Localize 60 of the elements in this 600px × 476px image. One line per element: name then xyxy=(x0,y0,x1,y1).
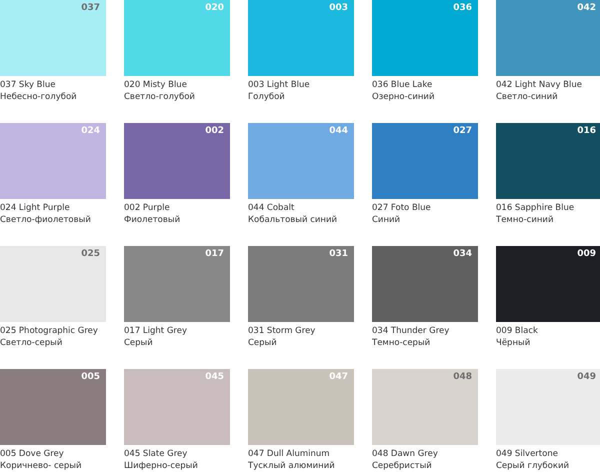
swatch-name-ru: Шиферно-серый xyxy=(124,460,199,472)
swatch-code: 016 xyxy=(577,126,596,136)
swatch-name-ru: Светло-фиолетовый xyxy=(0,214,92,226)
swatch-name: 020 Misty Blue xyxy=(124,79,188,91)
swatch-name: 044 Cobalt xyxy=(248,202,296,214)
swatch-code: 020 xyxy=(205,3,224,13)
swatch-code: 003 xyxy=(329,3,348,13)
swatch-name-ru: Серебристый xyxy=(372,460,433,472)
swatch-name: 048 Dawn Grey xyxy=(372,448,439,460)
swatch-name: 002 Purple xyxy=(124,202,171,214)
swatch-code: 047 xyxy=(329,372,348,382)
swatch-name: 027 Foto Blue xyxy=(372,202,432,214)
swatch-name: 016 Sapphire Blue xyxy=(496,202,576,214)
swatch-code: 044 xyxy=(329,126,348,136)
swatch-name: 049 Silvertone xyxy=(496,448,559,460)
swatch-name-ru: Светло-синий xyxy=(496,91,559,103)
swatch-name: 034 Thunder Grey xyxy=(372,325,450,337)
swatch-code: 042 xyxy=(577,3,596,13)
swatch-name-ru: Серый глубокий xyxy=(496,460,570,472)
swatch-code: 031 xyxy=(329,249,348,259)
swatch-name-ru: Серый xyxy=(124,337,154,349)
swatch-name-ru: Фиолетовый xyxy=(124,214,182,226)
swatch-code: 002 xyxy=(205,126,224,136)
swatch-code: 045 xyxy=(205,372,224,382)
swatch-name-ru: Коричнево- серый xyxy=(0,460,82,472)
swatch-name: 005 Dove Grey xyxy=(0,448,65,460)
swatch-name-ru: Темно-серый xyxy=(372,337,432,349)
swatch-name: 045 Slate Grey xyxy=(124,448,188,460)
swatch-name: 036 Blue Lake xyxy=(372,79,434,91)
swatch-name-ru: Светло-голубой xyxy=(124,91,196,103)
swatch-name-ru: Чёрный xyxy=(496,337,532,349)
swatch-code: 009 xyxy=(577,249,596,259)
swatch-name: 003 Light Blue xyxy=(248,79,311,91)
swatch-name: 024 Light Purple xyxy=(0,202,71,214)
swatch-code: 005 xyxy=(81,372,100,382)
swatch-name: 037 Sky Blue xyxy=(0,79,56,91)
swatch-name-ru: Светло-серый xyxy=(0,337,64,349)
swatch-code: 025 xyxy=(81,249,100,259)
swatch-name: 042 Light Navy Blue xyxy=(496,79,583,91)
swatch-code: 049 xyxy=(577,372,596,382)
swatch-name-ru: Озерно-синий xyxy=(372,91,436,103)
swatch-name-ru: Тусклый алюминий xyxy=(248,460,336,472)
swatch-name-ru: Голубой xyxy=(248,91,286,103)
swatch-code: 034 xyxy=(453,249,472,259)
swatch-code: 017 xyxy=(205,249,224,259)
swatch-name: 031 Storm Grey xyxy=(248,325,316,337)
swatch-name-ru: Темно-синий xyxy=(496,214,554,226)
swatch-code: 036 xyxy=(453,3,472,13)
swatch-name: 025 Photographic Grey xyxy=(0,325,99,337)
swatch-code: 024 xyxy=(81,126,100,136)
swatch-name-ru: Синий xyxy=(372,214,402,226)
swatch-name: 047 Dull Aluminum xyxy=(248,448,331,460)
swatch-code: 027 xyxy=(453,126,472,136)
swatch-name-ru: Небесно-голубой xyxy=(0,91,78,103)
swatch-name: 009 Black xyxy=(496,325,539,337)
swatch-name-ru: Серый xyxy=(248,337,278,349)
swatch-name-ru: Кобальтовый синий xyxy=(248,214,338,226)
swatch-code: 048 xyxy=(453,372,472,382)
swatch-code: 037 xyxy=(81,3,100,13)
swatch-name: 017 Light Grey xyxy=(124,325,188,337)
